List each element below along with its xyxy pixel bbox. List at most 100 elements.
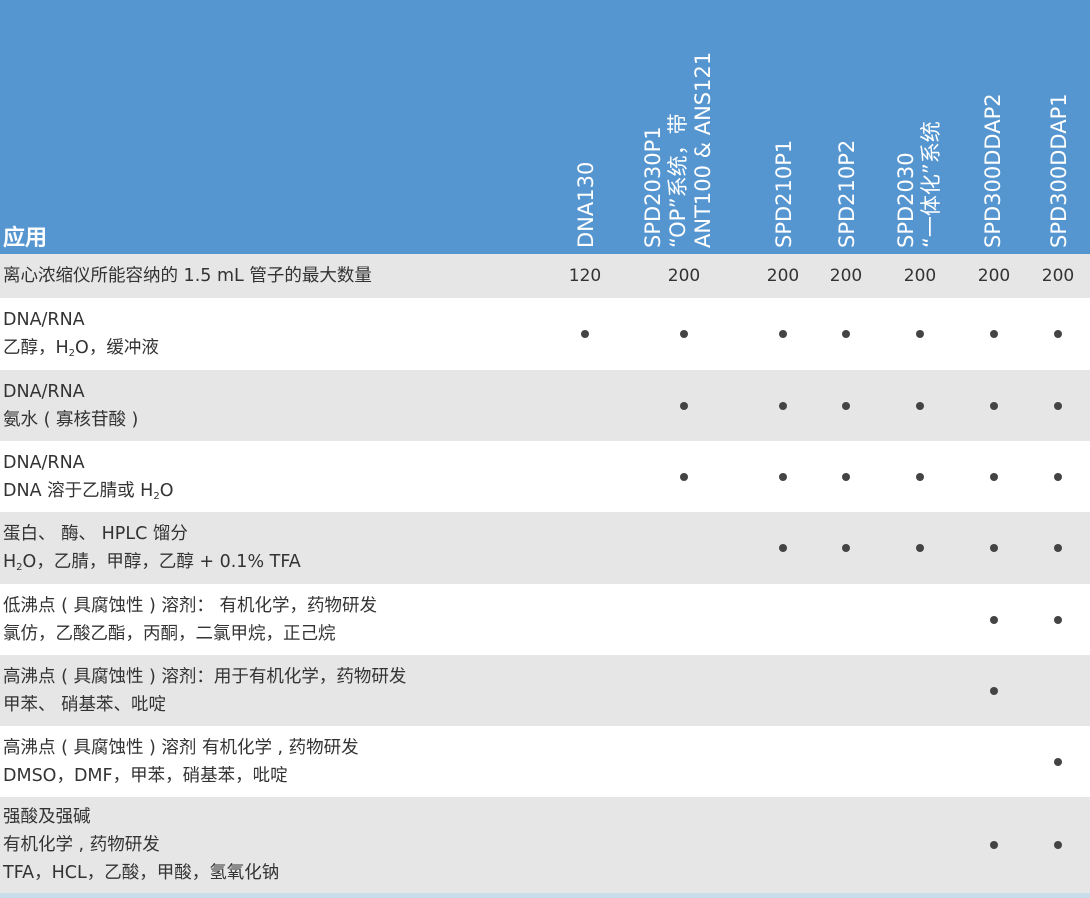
row-label-line: 氨水 ( 寡核苷酸 ) <box>3 410 139 430</box>
row-label-line: 蛋白、 酶、 HPLC 馏分 <box>3 524 188 544</box>
compatible-dot-icon <box>990 544 998 552</box>
column-header-line: “一体化”系统 <box>919 121 943 248</box>
row-label: DNA/RNA 氨水 ( 寡核苷酸 ) <box>3 378 138 434</box>
compatibility-cell <box>1018 584 1090 655</box>
compatible-dot-icon <box>779 472 787 481</box>
table-row: 高沸点 ( 具腐蚀性 ) 溶剂 有机化学 , 药物研发 DMSO，DMF，甲苯，硝… <box>0 726 1090 797</box>
row-label: 低沸点 ( 具腐蚀性 ) 溶剂： 有机化学，药物研发 氯仿，乙酸乙酯，丙酮，二氯甲… <box>3 592 377 648</box>
compatibility-cell <box>545 726 625 797</box>
row-label: DNA/RNA DNA 溶于乙腈或 H2O <box>3 449 173 505</box>
compatible-dot-icon <box>1054 615 1062 624</box>
compatibility-cell <box>545 584 625 655</box>
column-header-line: SPD210P1 <box>772 139 796 248</box>
compatible-dot-icon <box>779 401 787 410</box>
row-label-line: DNA/RNA <box>3 453 85 473</box>
table-row: 高沸点 ( 具腐蚀性 ) 溶剂：用于有机化学，药物研发 甲苯、 硝基苯、吡啶 <box>0 655 1090 726</box>
compatible-dot-icon <box>916 472 924 481</box>
row-label-line: DNA/RNA <box>3 382 85 402</box>
capacity-value: 200 <box>829 266 863 286</box>
row-label: 强酸及强碱 有机化学 , 药物研发 TFA，HCL，乙酸，甲酸，氢氧化钠 <box>3 803 279 887</box>
table-row: DNA/RNA 氨水 ( 寡核苷酸 ) <box>0 370 1090 441</box>
compatibility-cell <box>880 370 960 441</box>
table-row: 强酸及强碱 有机化学 , 药物研发 TFA，HCL，乙酸，甲酸，氢氧化钠 <box>0 797 1090 893</box>
compatibility-cell <box>644 797 724 893</box>
compatibility-cell <box>1018 370 1090 441</box>
column-header-line: SPD210P2 <box>835 139 859 248</box>
compatibility-cell <box>644 726 724 797</box>
compatible-dot-icon <box>1054 472 1062 481</box>
compatibility-cell <box>644 655 724 726</box>
compatible-dot-icon <box>842 401 850 410</box>
compatible-dot-icon <box>990 472 998 481</box>
compatibility-cell <box>880 655 960 726</box>
row-label: DNA/RNA 乙醇，H2O，缓冲液 <box>3 306 159 362</box>
row-label-line: 甲苯、 硝基苯、吡啶 <box>3 695 167 715</box>
compatible-dot-icon <box>1054 757 1062 766</box>
compatibility-cell <box>545 370 625 441</box>
compatible-dot-icon <box>1054 544 1062 552</box>
compatible-dot-icon <box>990 841 998 849</box>
row-label-line: 乙醇，H2O，缓冲液 <box>3 338 159 359</box>
compatibility-cell <box>880 441 960 512</box>
compatible-dot-icon <box>990 615 998 624</box>
row-label-line: DNA/RNA <box>3 310 85 330</box>
compatible-dot-icon <box>1054 401 1062 410</box>
column-header-line: ANT100 & ANS121 <box>691 51 715 248</box>
compatibility-cell <box>880 584 960 655</box>
compatibility-cell <box>806 512 886 584</box>
compatible-dot-icon <box>1054 841 1062 849</box>
row-label-line: H2O，乙腈，甲醇，乙醇 + 0.1% TFA <box>3 552 301 573</box>
compatibility-cell <box>644 370 724 441</box>
row-label: 高沸点 ( 具腐蚀性 ) 溶剂：用于有机化学，药物研发 甲苯、 硝基苯、吡啶 <box>3 663 406 719</box>
row-label-line: DNA 溶于乙腈或 H2O <box>3 481 174 502</box>
compatibility-cell <box>545 512 625 584</box>
compatibility-cell <box>880 797 960 893</box>
compatible-dot-icon <box>916 330 924 338</box>
row-label: 高沸点 ( 具腐蚀性 ) 溶剂 有机化学 , 药物研发 DMSO，DMF，甲苯，硝… <box>3 734 359 790</box>
compatible-dot-icon <box>916 544 924 552</box>
row-label-line: 有机化学 , 药物研发 <box>3 835 160 855</box>
column-header-line: SPD2030P1 <box>641 126 665 248</box>
compatibility-cell <box>806 370 886 441</box>
compatibility-cell <box>880 298 960 370</box>
compatibility-cell <box>806 655 886 726</box>
compatibility-cell <box>545 441 625 512</box>
compatible-dot-icon <box>680 330 688 338</box>
table-row: 蛋白、 酶、 HPLC 馏分 H2O，乙腈，甲醇，乙醇 + 0.1% TFA <box>0 512 1090 584</box>
compatibility-cell <box>545 797 625 893</box>
compatible-dot-icon <box>779 544 787 552</box>
table-row: DNA/RNA 乙醇，H2O，缓冲液 <box>0 298 1090 370</box>
table-header: 应用 DNA130 SPD2030P1 “OP”系统，带 ANT100 & ANS12… <box>0 0 1090 254</box>
column-header-line: SPD2030 <box>894 152 918 248</box>
compatibility-cell <box>1018 512 1090 584</box>
column-header-line: DNA130 <box>574 161 598 248</box>
compatibility-cell <box>806 584 886 655</box>
compatible-dot-icon <box>680 401 688 410</box>
capacity-value: 200 <box>1041 266 1075 286</box>
compatibility-cell <box>545 655 625 726</box>
row-label: 离心浓缩仪所能容纳的 1.5 mL 管子的最大数量 <box>3 262 372 290</box>
header-label-application: 应用 <box>3 226 48 251</box>
compatible-dot-icon <box>990 686 998 695</box>
table-row: 离心浓缩仪所能容纳的 1.5 mL 管子的最大数量 120 200 200 200 200… <box>0 254 1090 298</box>
column-header-line: “OP”系统，带 <box>666 113 690 248</box>
compatibility-cell <box>1018 441 1090 512</box>
footer-divider <box>0 893 1090 898</box>
row-label-line: TFA，HCL，乙酸，甲酸，氢氧化钠 <box>3 863 280 883</box>
compatibility-cell <box>545 298 625 370</box>
compatible-dot-icon <box>842 544 850 552</box>
compatibility-cell <box>806 797 886 893</box>
compatibility-cell <box>1018 655 1090 726</box>
compatibility-cell <box>880 512 960 584</box>
table-row: 低沸点 ( 具腐蚀性 ) 溶剂： 有机化学，药物研发 氯仿，乙酸乙酯，丙酮，二氯甲… <box>0 584 1090 655</box>
capacity-value: 120 <box>568 266 602 286</box>
row-label: 蛋白、 酶、 HPLC 馏分 H2O，乙腈，甲醇，乙醇 + 0.1% TFA <box>3 520 301 576</box>
compatible-dot-icon <box>581 330 589 338</box>
column-header-line: SPD300DDAP1 <box>1047 93 1071 248</box>
capacity-value: 200 <box>903 266 937 286</box>
compatible-dot-icon <box>990 330 998 338</box>
row-label-line: 高沸点 ( 具腐蚀性 ) 溶剂 有机化学 , 药物研发 <box>3 738 359 758</box>
table-row: DNA/RNA DNA 溶于乙腈或 H2O <box>0 441 1090 512</box>
row-label-line: 低沸点 ( 具腐蚀性 ) 溶剂： 有机化学，药物研发 <box>3 596 377 616</box>
column-header-line: SPD300DDAP2 <box>981 93 1005 248</box>
